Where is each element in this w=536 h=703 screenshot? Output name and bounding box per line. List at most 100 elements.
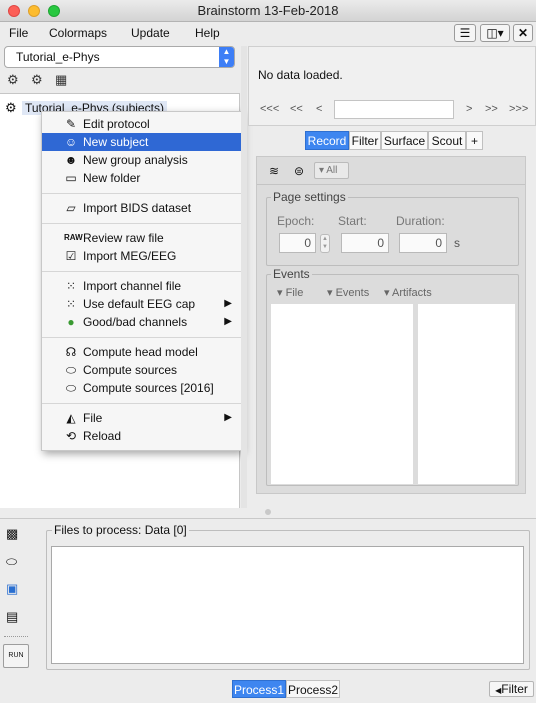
reload-icon: ⟲ bbox=[65, 429, 77, 443]
menu-update[interactable]: Update bbox=[131, 26, 170, 40]
epoch-stepper[interactable]: ▲ ▼ bbox=[320, 234, 330, 253]
menu-item-reload[interactable]: ⟲ Reload bbox=[42, 427, 241, 445]
epoch-field[interactable]: 0 bbox=[279, 233, 316, 253]
menu-item-new-group-analysis[interactable]: ☻ New group analysis bbox=[42, 151, 241, 169]
time-input[interactable] bbox=[334, 100, 454, 119]
divider bbox=[257, 184, 525, 185]
panel-tabs: Record Filter Surface Scout + bbox=[305, 131, 483, 150]
files-to-process-title: Files to process: Data [0] bbox=[52, 523, 189, 537]
event-occurrences-list[interactable] bbox=[418, 304, 515, 484]
menu-separator bbox=[42, 337, 241, 338]
nav-next-fast-button[interactable]: >> bbox=[485, 103, 498, 115]
submenu-arrow-icon: ▶ bbox=[224, 316, 232, 327]
menu-item-new-subject[interactable]: ☺ New subject bbox=[42, 133, 241, 151]
protocol-icon: ⚙ bbox=[5, 100, 17, 115]
title-bar: Brainstorm 13-Feb-2018 bbox=[0, 0, 536, 22]
duration-field[interactable]: 0 bbox=[399, 233, 447, 253]
layout-button[interactable]: ◫▾ bbox=[480, 24, 510, 42]
menu-separator bbox=[42, 403, 241, 404]
chevron-down-icon: ▾ bbox=[384, 287, 390, 299]
vertical-splitter[interactable] bbox=[241, 46, 247, 508]
nav-prev-button[interactable]: < bbox=[316, 103, 322, 115]
duration-unit: s bbox=[454, 236, 460, 250]
events-menu-events-label: Events bbox=[335, 287, 370, 299]
menu-item-good-bad-channels[interactable]: ● Good/bad channels ▶ bbox=[42, 313, 241, 331]
goodbad-icon: ● bbox=[67, 315, 75, 329]
menu-item-edit-protocol[interactable]: ✎ Edit protocol bbox=[42, 115, 241, 133]
brain-icon: ⬭ bbox=[65, 381, 77, 395]
brain-icon: ⬭ bbox=[65, 363, 77, 377]
page-settings-group: Page settings Epoch: Start: Duration: 0 … bbox=[266, 190, 519, 266]
menu-item-import-channel[interactable]: ⁙ Import channel file bbox=[42, 277, 241, 295]
menu-item-import-meg-eeg[interactable]: ☑ Import MEG/EEG bbox=[42, 247, 241, 265]
events-menu-file-label: File bbox=[285, 287, 304, 299]
folder-open-icon: ▱ bbox=[66, 201, 76, 215]
menu-separator bbox=[42, 223, 241, 224]
chevron-down-icon: ▾ bbox=[277, 287, 283, 299]
nav-first-button[interactable]: <<< bbox=[260, 103, 279, 115]
menu-colormaps[interactable]: Colormaps bbox=[49, 26, 107, 40]
tab-add[interactable]: + bbox=[466, 131, 483, 150]
data-files-icon[interactable]: ▩ bbox=[6, 526, 22, 542]
menu-separator bbox=[42, 271, 241, 272]
list-view-button[interactable]: ☰ bbox=[454, 24, 476, 42]
horizontal-splitter-handle[interactable] bbox=[265, 509, 271, 515]
menu-item-file[interactable]: ◭ File ▶ bbox=[42, 409, 241, 427]
folder-icon: ▭ bbox=[65, 171, 77, 185]
protocol-select[interactable]: Tutorial_e-Phys ▲ ▼ bbox=[4, 46, 235, 68]
start-field[interactable]: 0 bbox=[341, 233, 389, 253]
close-figures-button[interactable]: ✕ bbox=[513, 24, 533, 42]
page-settings-title: Page settings bbox=[271, 190, 348, 204]
study-view-icon[interactable]: ▦ bbox=[55, 72, 67, 88]
menu-item-new-folder[interactable]: ▭ New folder bbox=[42, 169, 241, 187]
no-data-label: No data loaded. bbox=[258, 68, 343, 82]
events-menu-events[interactable]: ▾ Events bbox=[327, 286, 369, 299]
menu-help[interactable]: Help bbox=[195, 26, 220, 40]
menu-item-compute-sources-2016[interactable]: ⬭ Compute sources [2016] bbox=[42, 379, 241, 397]
tab-surface[interactable]: Surface bbox=[381, 131, 428, 150]
tab-filter[interactable]: Filter bbox=[349, 131, 381, 150]
sources-files-icon[interactable]: ⬭ bbox=[6, 554, 22, 570]
tab-process1[interactable]: Process1 bbox=[232, 680, 286, 698]
events-title: Events bbox=[271, 267, 312, 281]
anatomy-view-icon[interactable]: ⚙ bbox=[31, 72, 43, 88]
menu-item-import-bids[interactable]: ▱ Import BIDS dataset bbox=[42, 199, 241, 217]
protocol-select-value: Tutorial_e-Phys bbox=[16, 50, 100, 64]
matrix-files-icon[interactable]: ▤ bbox=[6, 609, 22, 625]
menu-separator bbox=[42, 193, 241, 194]
nav-prev-fast-button[interactable]: << bbox=[290, 103, 303, 115]
tab-scout[interactable]: Scout bbox=[428, 131, 466, 150]
tab-process2[interactable]: Process2 bbox=[286, 680, 340, 698]
chevron-down-icon: ▾ bbox=[327, 287, 333, 299]
events-menu-artifacts[interactable]: ▾ Artifacts bbox=[384, 286, 432, 299]
filter-button[interactable]: ◀Filter bbox=[489, 681, 534, 697]
files-to-process-list[interactable] bbox=[51, 546, 524, 664]
duration-label: Duration: bbox=[396, 214, 445, 228]
group-icon: ☻ bbox=[64, 153, 78, 167]
functional-view-icon[interactable]: ⚙ bbox=[7, 72, 19, 88]
event-groups-list[interactable] bbox=[271, 304, 413, 484]
filter-button-label: Filter bbox=[501, 682, 528, 696]
epoch-label: Epoch: bbox=[277, 214, 315, 228]
nav-last-button[interactable]: >>> bbox=[509, 103, 528, 115]
menu-item-default-eeg-cap[interactable]: ⁙ Use default EEG cap ▶ bbox=[42, 295, 241, 313]
edit-icon: ✎ bbox=[65, 117, 77, 131]
submenu-arrow-icon: ▶ bbox=[224, 298, 232, 309]
menu-item-compute-sources[interactable]: ⬭ Compute sources bbox=[42, 361, 241, 379]
record-panel: ≋ ⊜ ▾ All Page settings Epoch: Start: Du… bbox=[256, 156, 526, 494]
montage-icon[interactable]: ≋ bbox=[269, 164, 279, 178]
display-mode-icon[interactable]: ⊜ bbox=[294, 164, 304, 178]
run-button[interactable]: RUN bbox=[3, 644, 29, 668]
channel-icon: ⁙ bbox=[65, 279, 77, 293]
montage-select[interactable]: ▾ All bbox=[314, 162, 349, 179]
events-menu-file[interactable]: ▾ File bbox=[277, 286, 303, 299]
menu-item-review-raw[interactable]: RAW Review raw file bbox=[42, 229, 241, 247]
file-icon: ◭ bbox=[66, 411, 76, 425]
menu-item-head-model[interactable]: ☊ Compute head model bbox=[42, 343, 241, 361]
menu-file[interactable]: File bbox=[9, 26, 28, 40]
timefreq-files-icon[interactable]: ▣ bbox=[6, 581, 22, 597]
nav-next-button[interactable]: > bbox=[466, 103, 472, 115]
chevron-updown-icon: ▲ ▼ bbox=[219, 47, 234, 67]
montage-select-value: All bbox=[326, 165, 338, 176]
tab-record[interactable]: Record bbox=[305, 131, 349, 150]
